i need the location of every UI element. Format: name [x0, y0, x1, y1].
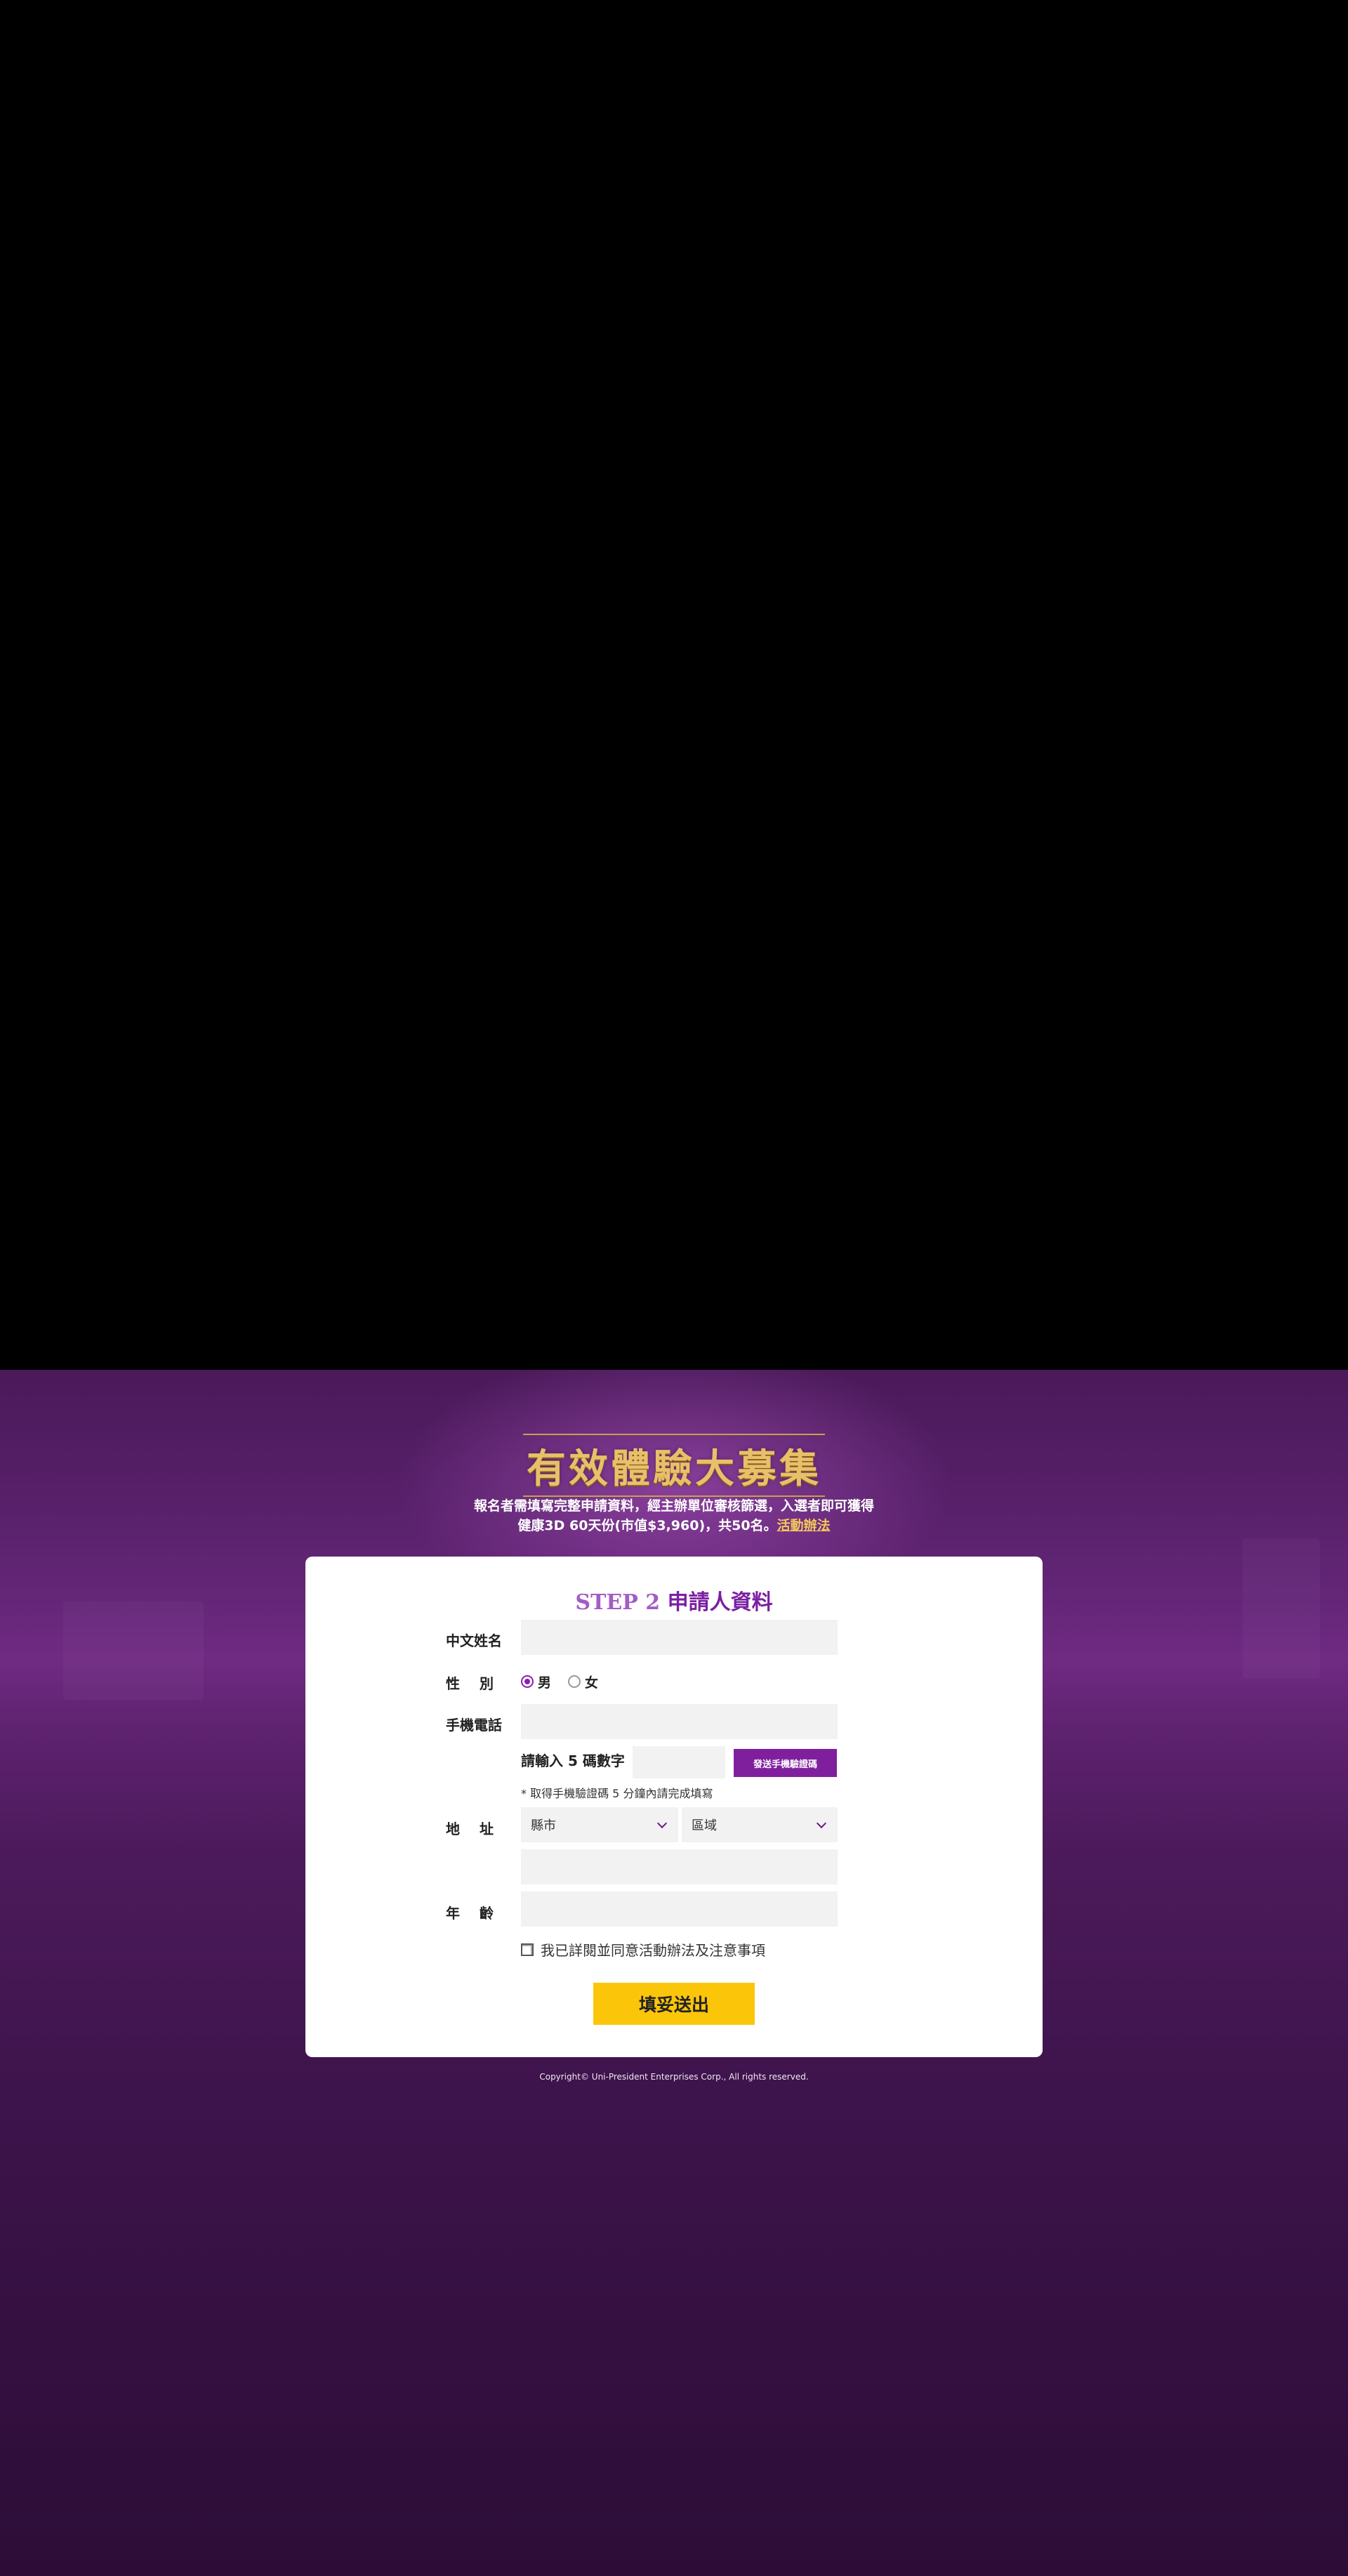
gender-radio-group: 男 女: [521, 1671, 608, 1692]
form-title-text: 申請人資料: [667, 1590, 773, 1615]
agree-checkbox-row[interactable]: 我已詳閱並同意活動辦法及注意事項: [521, 1939, 765, 1960]
chevron-down-icon: [656, 1818, 668, 1828]
banner-desc-line2-text: 健康3D 60天份(市值$3,960)，共50名。: [517, 1518, 777, 1533]
banner-desc-line2: 健康3D 60天份(市值$3,960)，共50名。活動辦法: [393, 1516, 955, 1535]
send-code-button[interactable]: 發送手機驗證碼: [734, 1749, 837, 1777]
gender-male-label: 男: [538, 1675, 552, 1691]
city-select[interactable]: 縣市: [521, 1807, 678, 1842]
background-decoration: [63, 1601, 204, 1700]
city-select-value: 縣市: [531, 1818, 556, 1833]
gender-female-label: 女: [585, 1675, 599, 1691]
banner-title-frame: 有效體驗大募集: [523, 1434, 825, 1497]
verification-code-input[interactable]: [633, 1746, 725, 1778]
address-detail-input[interactable]: [521, 1849, 838, 1884]
chevron-down-icon: [816, 1818, 827, 1828]
signup-section: 有效體驗大募集 報名者需填寫完整申請資料，經主辦單位審核篩選，入選者即可獲得 健…: [0, 1370, 1348, 2576]
district-select[interactable]: 區域: [682, 1807, 838, 1842]
phone-label: 手機電話: [446, 1717, 502, 1733]
verification-code-note: * 取得手機驗證碼 5 分鐘內請完成填寫: [521, 1787, 713, 1800]
district-select-value: 區域: [692, 1818, 717, 1833]
agree-text: 我已詳閱並同意活動辦法及注意事項: [541, 1942, 765, 1959]
agree-checkbox[interactable]: [521, 1943, 534, 1956]
address-label: 地址: [446, 1821, 513, 1837]
phone-input[interactable]: [521, 1704, 838, 1739]
banner-title: 有效體驗大募集: [527, 1445, 821, 1492]
video-area: [0, 0, 1348, 1370]
form-title: STEP 2 申請人資料: [305, 1585, 1043, 1616]
age-label: 年齡: [446, 1905, 513, 1922]
step-label: STEP 2: [575, 1590, 661, 1615]
gender-option-female[interactable]: 女: [568, 1672, 598, 1691]
gender-label: 性別: [446, 1675, 513, 1692]
verification-code-label: 請輸入 5 碼數字: [521, 1752, 625, 1769]
age-input[interactable]: [521, 1891, 838, 1927]
gender-female-radio[interactable]: [568, 1675, 581, 1688]
name-input[interactable]: [521, 1620, 838, 1655]
submit-button[interactable]: 填妥送出: [593, 1983, 755, 2025]
banner-desc-line1: 報名者需填寫完整申請資料，經主辦單位審核篩選，入選者即可獲得: [473, 1498, 874, 1514]
application-form-card: STEP 2 申請人資料 中文姓名 性別 男 女 手機電話 請輸入 5 碼數字 …: [305, 1557, 1043, 2057]
gender-male-radio[interactable]: [521, 1675, 534, 1688]
banner-description: 報名者需填寫完整申請資料，經主辦單位審核篩選，入選者即可獲得 健康3D 60天份…: [393, 1496, 955, 1535]
copyright-text: Copyright© Uni-President Enterprises Cor…: [539, 2072, 809, 2082]
background-decoration: [1243, 1538, 1320, 1679]
gender-option-male[interactable]: 男: [521, 1672, 551, 1691]
name-label: 中文姓名: [446, 1632, 502, 1649]
rules-link[interactable]: 活動辦法: [777, 1518, 831, 1533]
